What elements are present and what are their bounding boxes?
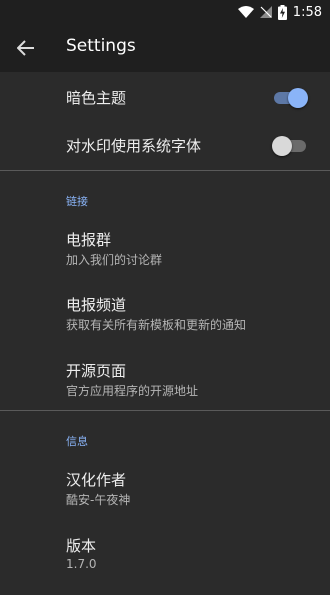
dark-theme-switch[interactable] — [274, 88, 308, 108]
item-subtitle: 酷安-午夜神 — [66, 493, 131, 507]
list-item-telegram-channel[interactable]: 电报频道 获取有关所有新模板和更新的通知 — [0, 294, 330, 354]
divider — [0, 170, 330, 171]
divider — [0, 410, 330, 411]
status-time: 1:58 — [292, 4, 322, 20]
item-subtitle: 加入我们的讨论群 — [66, 253, 163, 267]
list-item-version[interactable]: 版本 1.7.0 — [0, 535, 330, 595]
item-title: 电报频道 — [66, 296, 127, 314]
section-header-links: 链接 — [66, 195, 88, 208]
switch-thumb — [288, 88, 308, 108]
system-font-row[interactable]: 对水印使用系统字体 — [0, 121, 330, 169]
list-item-translator[interactable]: 汉化作者 酷安-午夜神 — [0, 469, 330, 529]
battery-charging-icon — [277, 4, 287, 20]
item-title: 电报群 — [66, 231, 112, 249]
switch-thumb — [272, 136, 292, 156]
item-subtitle: 获取有关所有新模板和更新的通知 — [66, 318, 247, 332]
item-subtitle: 1.7.0 — [66, 557, 97, 571]
page-title: Settings — [66, 36, 136, 56]
dark-theme-row[interactable]: 暗色主题 — [0, 73, 330, 121]
signal-off-icon — [259, 6, 272, 18]
list-item-open-source[interactable]: 开源页面 官方应用程序的开源地址 — [0, 360, 330, 420]
arrow-back-icon — [17, 40, 34, 56]
item-title: 汉化作者 — [66, 471, 127, 489]
app-bar: Settings — [0, 24, 330, 72]
dark-theme-label: 暗色主题 — [66, 89, 127, 107]
item-title: 版本 — [66, 537, 97, 555]
back-button[interactable] — [10, 32, 42, 64]
list-item-telegram-group[interactable]: 电报群 加入我们的讨论群 — [0, 229, 330, 289]
wifi-icon — [237, 6, 254, 18]
status-bar: 1:58 — [0, 0, 330, 24]
section-header-info: 信息 — [66, 435, 88, 448]
system-font-switch[interactable] — [272, 136, 306, 156]
system-font-label: 对水印使用系统字体 — [66, 137, 202, 155]
item-title: 开源页面 — [66, 362, 127, 380]
item-subtitle: 官方应用程序的开源地址 — [66, 384, 199, 398]
